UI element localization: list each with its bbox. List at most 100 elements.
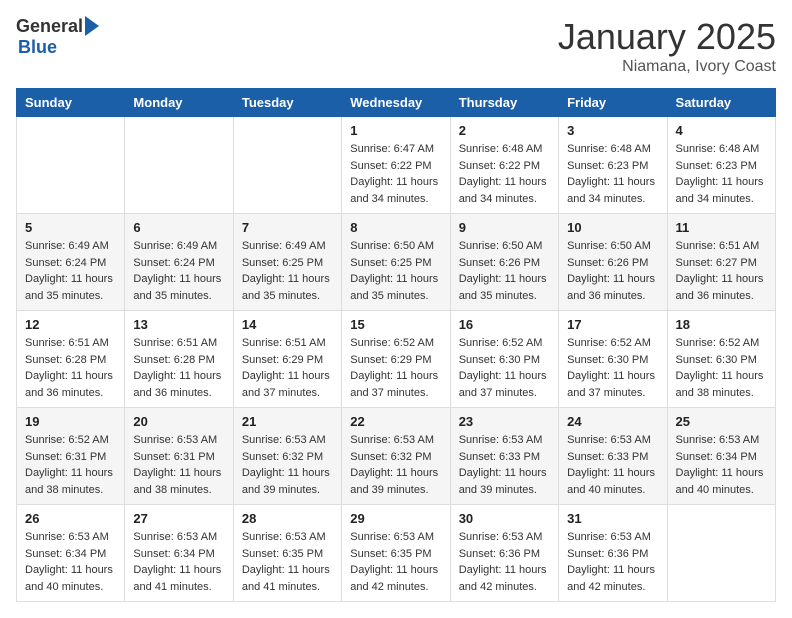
calendar-day-header: Sunday bbox=[17, 89, 125, 117]
location-text: Niamana, Ivory Coast bbox=[558, 58, 776, 76]
day-number: 26 bbox=[25, 511, 116, 526]
calendar-day-header: Thursday bbox=[450, 89, 558, 117]
day-number: 1 bbox=[350, 123, 441, 138]
calendar-cell: 13Sunrise: 6:51 AM Sunset: 6:28 PM Dayli… bbox=[125, 311, 233, 408]
day-info: Sunrise: 6:53 AM Sunset: 6:34 PM Dayligh… bbox=[676, 432, 767, 498]
calendar-cell: 10Sunrise: 6:50 AM Sunset: 6:26 PM Dayli… bbox=[559, 214, 667, 311]
calendar-week-row: 26 Sunrise: 6:53 AM Sunset: 6:34 PM Dayli… bbox=[17, 505, 776, 602]
day-number: 20 bbox=[133, 414, 224, 429]
day-info: Sunrise: 6:49 AM Sunset: 6:25 PM Dayligh… bbox=[242, 238, 333, 304]
day-number: 9 bbox=[459, 220, 550, 235]
calendar-cell: 25 Sunrise: 6:53 AM Sunset: 6:34 PM Dayli… bbox=[667, 408, 775, 505]
day-number: 15 bbox=[350, 317, 441, 332]
calendar-cell: 24 Sunrise: 6:53 AM Sunset: 6:33 PM Dayli… bbox=[559, 408, 667, 505]
calendar-cell: 15 Sunrise: 6:52 AM Sunset: 6:29 PM Dayli… bbox=[342, 311, 450, 408]
day-info: Sunrise: 6:50 AM Sunset: 6:26 PM Dayligh… bbox=[459, 238, 550, 304]
day-number: 14 bbox=[242, 317, 333, 332]
logo: General Blue bbox=[16, 16, 99, 58]
logo-general-text: General bbox=[16, 16, 83, 37]
calendar-cell: 5 Sunrise: 6:49 AM Sunset: 6:24 PM Daylig… bbox=[17, 214, 125, 311]
page-header: General Blue January 2025 Niamana, Ivory… bbox=[16, 16, 776, 76]
day-info: Sunrise: 6:47 AM Sunset: 6:22 PM Dayligh… bbox=[350, 141, 441, 207]
day-number: 25 bbox=[676, 414, 767, 429]
title-section: January 2025 Niamana, Ivory Coast bbox=[558, 16, 776, 76]
day-number: 4 bbox=[676, 123, 767, 138]
day-number: 7 bbox=[242, 220, 333, 235]
calendar-cell: 23Sunrise: 6:53 AM Sunset: 6:33 PM Dayli… bbox=[450, 408, 558, 505]
day-info: Sunrise: 6:53 AM Sunset: 6:35 PM Dayligh… bbox=[350, 529, 441, 595]
logo-arrow-icon bbox=[85, 16, 99, 36]
calendar-cell bbox=[667, 505, 775, 602]
calendar-week-row: 1 Sunrise: 6:47 AM Sunset: 6:22 PM Daylig… bbox=[17, 117, 776, 214]
day-number: 23 bbox=[459, 414, 550, 429]
day-info: Sunrise: 6:53 AM Sunset: 6:36 PM Dayligh… bbox=[459, 529, 550, 595]
day-info: Sunrise: 6:50 AM Sunset: 6:25 PM Dayligh… bbox=[350, 238, 441, 304]
day-number: 3 bbox=[567, 123, 658, 138]
day-info: Sunrise: 6:53 AM Sunset: 6:31 PM Dayligh… bbox=[133, 432, 224, 498]
calendar-week-row: 12 Sunrise: 6:51 AM Sunset: 6:28 PM Dayli… bbox=[17, 311, 776, 408]
day-info: Sunrise: 6:48 AM Sunset: 6:23 PM Dayligh… bbox=[676, 141, 767, 207]
day-info: Sunrise: 6:53 AM Sunset: 6:34 PM Dayligh… bbox=[25, 529, 116, 595]
day-number: 5 bbox=[25, 220, 116, 235]
day-info: Sunrise: 6:49 AM Sunset: 6:24 PM Dayligh… bbox=[133, 238, 224, 304]
calendar-cell: 7 Sunrise: 6:49 AM Sunset: 6:25 PM Daylig… bbox=[233, 214, 341, 311]
day-number: 17 bbox=[567, 317, 658, 332]
logo-blue-text: Blue bbox=[18, 37, 57, 58]
calendar-week-row: 5 Sunrise: 6:49 AM Sunset: 6:24 PM Daylig… bbox=[17, 214, 776, 311]
month-title: January 2025 bbox=[558, 16, 776, 58]
day-number: 12 bbox=[25, 317, 116, 332]
calendar-cell: 12 Sunrise: 6:51 AM Sunset: 6:28 PM Dayli… bbox=[17, 311, 125, 408]
calendar-cell: 11 Sunrise: 6:51 AM Sunset: 6:27 PM Dayli… bbox=[667, 214, 775, 311]
calendar-cell: 30 Sunrise: 6:53 AM Sunset: 6:36 PM Dayli… bbox=[450, 505, 558, 602]
day-info: Sunrise: 6:51 AM Sunset: 6:29 PM Dayligh… bbox=[242, 335, 333, 401]
calendar-cell: 22 Sunrise: 6:53 AM Sunset: 6:32 PM Dayli… bbox=[342, 408, 450, 505]
day-number: 22 bbox=[350, 414, 441, 429]
day-number: 31 bbox=[567, 511, 658, 526]
calendar-cell: 26 Sunrise: 6:53 AM Sunset: 6:34 PM Dayli… bbox=[17, 505, 125, 602]
calendar-cell: 27 Sunrise: 6:53 AM Sunset: 6:34 PM Dayli… bbox=[125, 505, 233, 602]
calendar-cell: 20 Sunrise: 6:53 AM Sunset: 6:31 PM Dayli… bbox=[125, 408, 233, 505]
day-info: Sunrise: 6:52 AM Sunset: 6:31 PM Dayligh… bbox=[25, 432, 116, 498]
calendar-cell: 8 Sunrise: 6:50 AM Sunset: 6:25 PM Daylig… bbox=[342, 214, 450, 311]
calendar-cell: 6Sunrise: 6:49 AM Sunset: 6:24 PM Daylig… bbox=[125, 214, 233, 311]
day-number: 30 bbox=[459, 511, 550, 526]
calendar-cell: 21Sunrise: 6:53 AM Sunset: 6:32 PM Dayli… bbox=[233, 408, 341, 505]
calendar-day-header: Friday bbox=[559, 89, 667, 117]
calendar-header-row: SundayMondayTuesdayWednesdayThursdayFrid… bbox=[17, 89, 776, 117]
calendar-day-header: Wednesday bbox=[342, 89, 450, 117]
day-info: Sunrise: 6:53 AM Sunset: 6:34 PM Dayligh… bbox=[133, 529, 224, 595]
calendar-cell bbox=[17, 117, 125, 214]
day-number: 18 bbox=[676, 317, 767, 332]
day-number: 19 bbox=[25, 414, 116, 429]
calendar-cell: 17Sunrise: 6:52 AM Sunset: 6:30 PM Dayli… bbox=[559, 311, 667, 408]
day-info: Sunrise: 6:51 AM Sunset: 6:28 PM Dayligh… bbox=[25, 335, 116, 401]
day-info: Sunrise: 6:49 AM Sunset: 6:24 PM Dayligh… bbox=[25, 238, 116, 304]
day-info: Sunrise: 6:48 AM Sunset: 6:23 PM Dayligh… bbox=[567, 141, 658, 207]
calendar-cell: 4 Sunrise: 6:48 AM Sunset: 6:23 PM Daylig… bbox=[667, 117, 775, 214]
day-number: 2 bbox=[459, 123, 550, 138]
calendar-cell: 19 Sunrise: 6:52 AM Sunset: 6:31 PM Dayli… bbox=[17, 408, 125, 505]
day-info: Sunrise: 6:52 AM Sunset: 6:30 PM Dayligh… bbox=[459, 335, 550, 401]
calendar-cell bbox=[233, 117, 341, 214]
day-info: Sunrise: 6:53 AM Sunset: 6:36 PM Dayligh… bbox=[567, 529, 658, 595]
day-number: 8 bbox=[350, 220, 441, 235]
calendar-cell: 2 Sunrise: 6:48 AM Sunset: 6:22 PM Daylig… bbox=[450, 117, 558, 214]
calendar-day-header: Saturday bbox=[667, 89, 775, 117]
day-number: 10 bbox=[567, 220, 658, 235]
day-number: 11 bbox=[676, 220, 767, 235]
calendar-cell bbox=[125, 117, 233, 214]
calendar-cell: 29Sunrise: 6:53 AM Sunset: 6:35 PM Dayli… bbox=[342, 505, 450, 602]
day-info: Sunrise: 6:48 AM Sunset: 6:22 PM Dayligh… bbox=[459, 141, 550, 207]
calendar-cell: 18Sunrise: 6:52 AM Sunset: 6:30 PM Dayli… bbox=[667, 311, 775, 408]
day-number: 16 bbox=[459, 317, 550, 332]
calendar-week-row: 19 Sunrise: 6:52 AM Sunset: 6:31 PM Dayli… bbox=[17, 408, 776, 505]
day-number: 27 bbox=[133, 511, 224, 526]
day-info: Sunrise: 6:52 AM Sunset: 6:29 PM Dayligh… bbox=[350, 335, 441, 401]
day-info: Sunrise: 6:53 AM Sunset: 6:33 PM Dayligh… bbox=[567, 432, 658, 498]
calendar-cell: 1 Sunrise: 6:47 AM Sunset: 6:22 PM Daylig… bbox=[342, 117, 450, 214]
day-info: Sunrise: 6:51 AM Sunset: 6:27 PM Dayligh… bbox=[676, 238, 767, 304]
day-info: Sunrise: 6:53 AM Sunset: 6:32 PM Dayligh… bbox=[350, 432, 441, 498]
calendar-table: SundayMondayTuesdayWednesdayThursdayFrid… bbox=[16, 88, 776, 602]
day-number: 24 bbox=[567, 414, 658, 429]
day-number: 21 bbox=[242, 414, 333, 429]
